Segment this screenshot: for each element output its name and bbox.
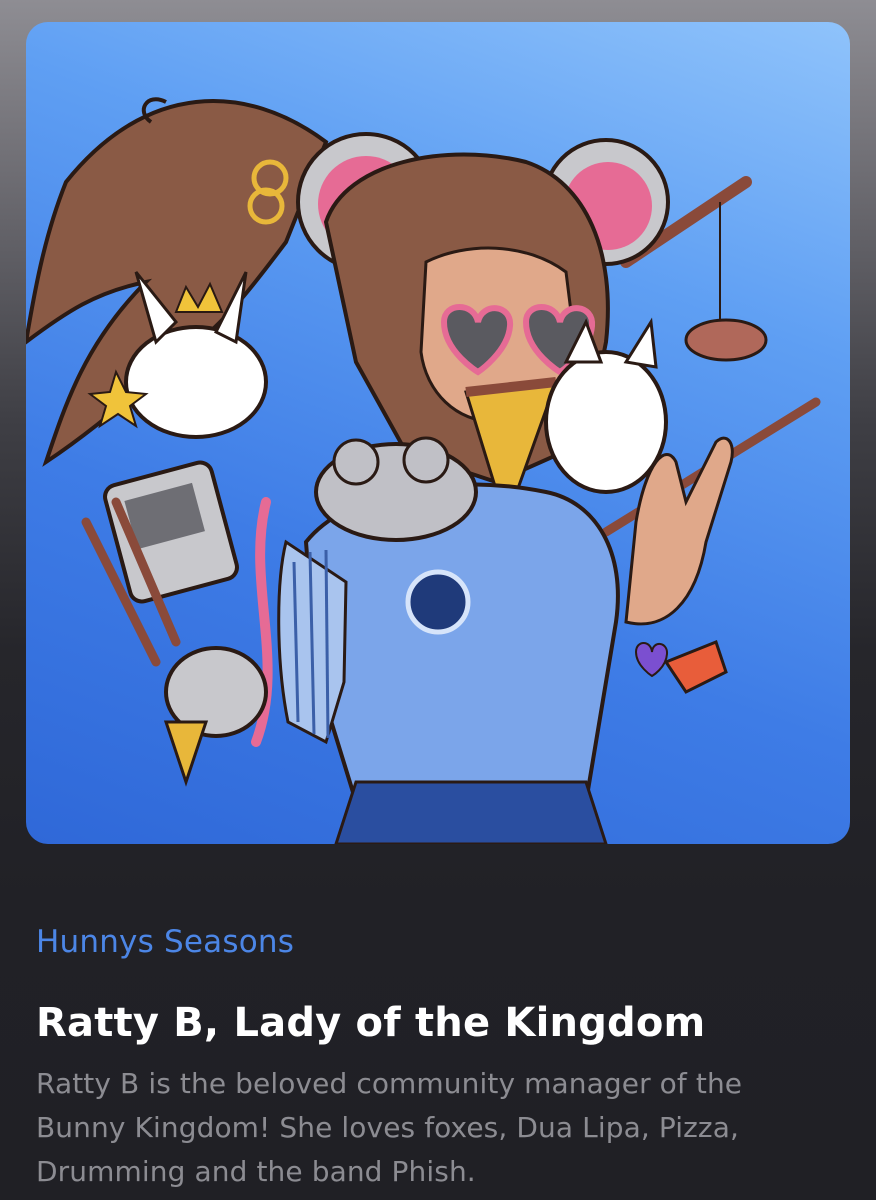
nft-artwork-image[interactable] — [26, 22, 850, 844]
nft-title: Ratty B, Lady of the Kingdom — [36, 1000, 706, 1046]
character-illustration — [26, 97, 821, 844]
collection-name-link[interactable]: Hunnys Seasons — [36, 924, 294, 960]
nft-description: Ratty B is the beloved community manager… — [36, 1067, 743, 1188]
